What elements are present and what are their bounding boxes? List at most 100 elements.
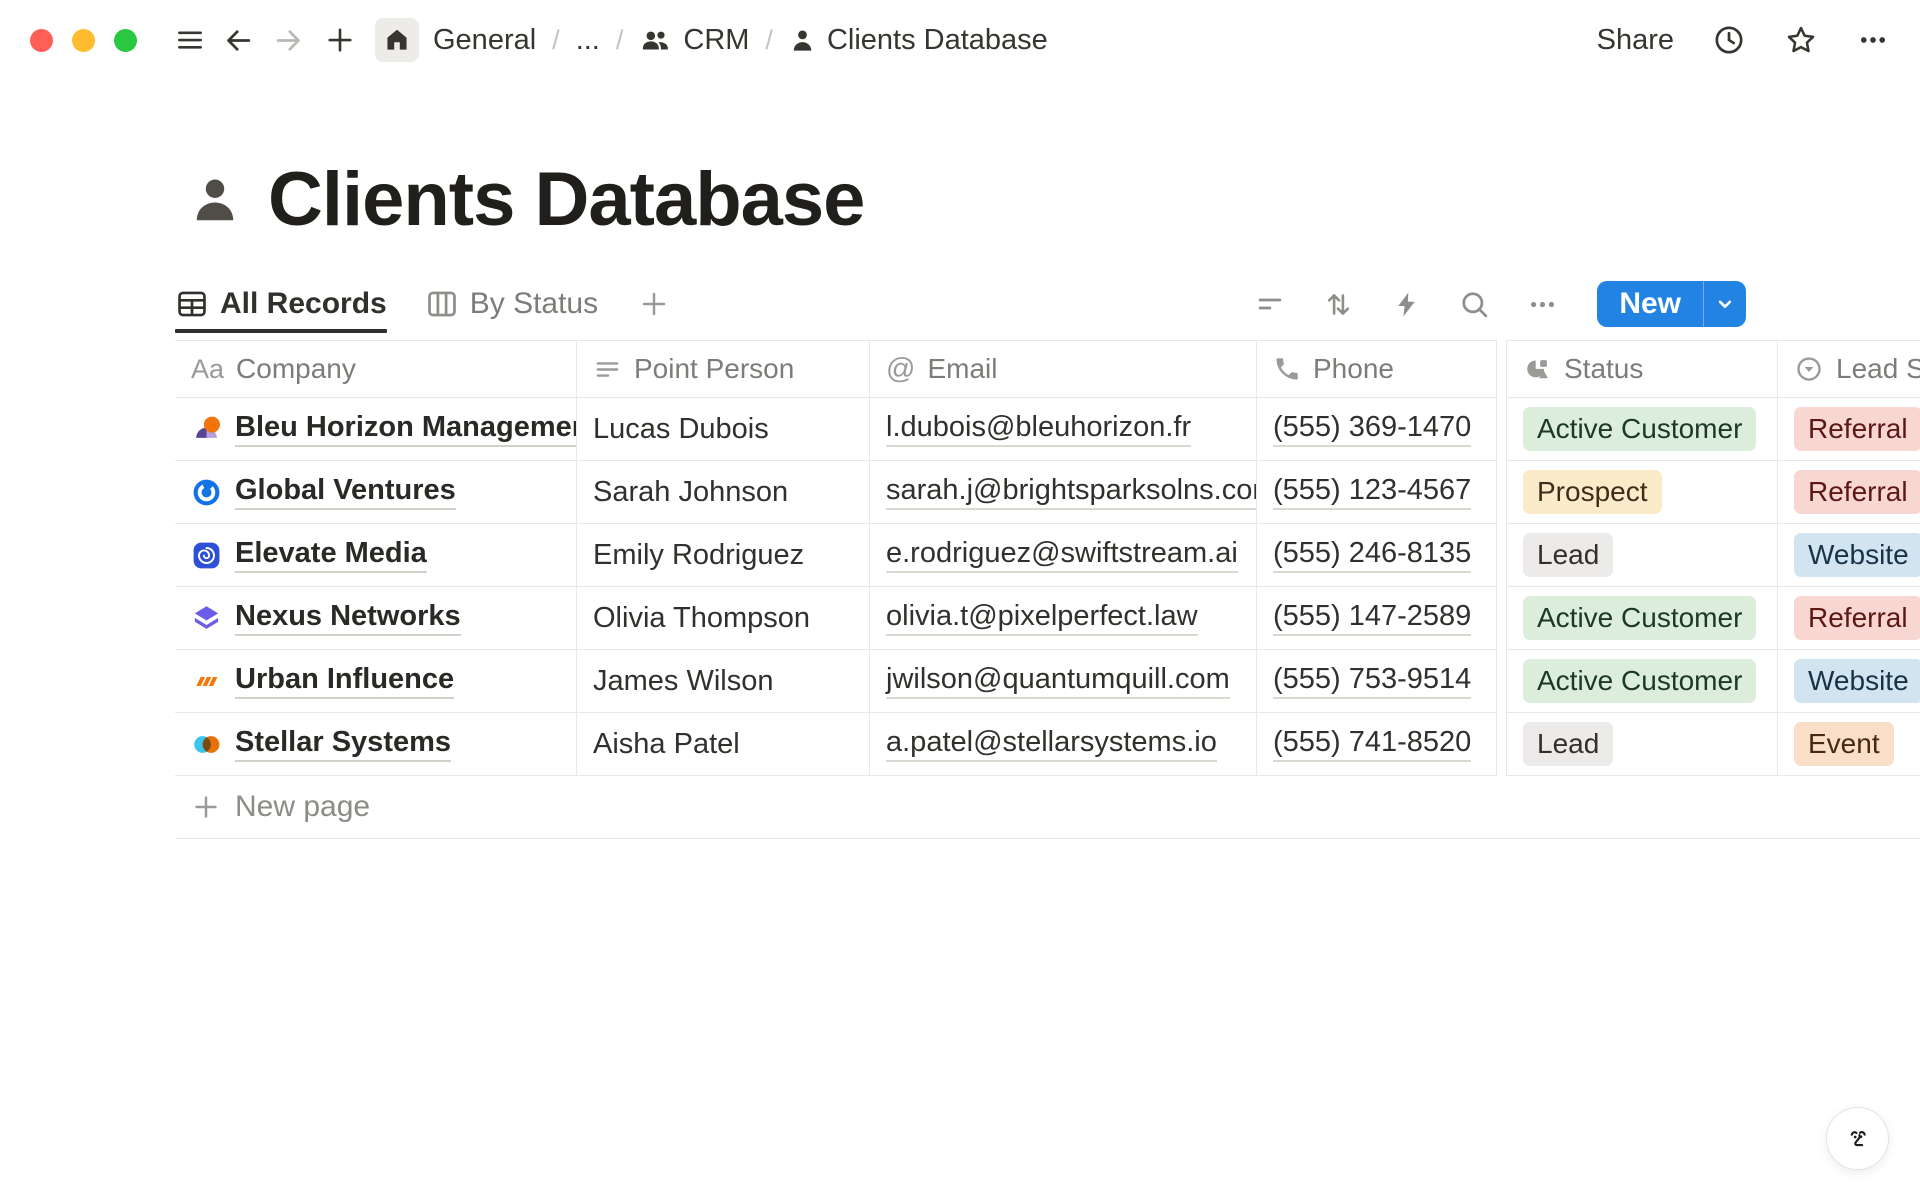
breadcrumb-separator: / [614,25,626,56]
column-header-email[interactable]: @ Email [869,340,1256,398]
column-gap [1496,713,1507,776]
column-header-lead-source[interactable]: Lead Source [1777,340,1920,398]
favorite-button[interactable] [1784,23,1818,57]
view-bar: All Records By Status [0,277,1920,331]
status-badge: Prospect [1523,470,1662,513]
cell-lead-source[interactable]: Referral [1777,461,1920,524]
new-record-button[interactable]: New [1597,281,1703,327]
filter-button[interactable] [1251,285,1289,323]
cell-company[interactable]: Stellar Systems [175,713,576,776]
clock-history-icon [1712,23,1746,57]
cell-lead-source[interactable]: Referral [1777,398,1920,461]
add-view-button[interactable] [638,288,670,320]
column-header-company[interactable]: Aa Company [175,340,576,398]
cell-email[interactable]: l.dubois@bleuhorizon.fr [869,398,1256,461]
table-row[interactable]: Stellar Systems Aisha Patel a.patel@stel… [175,713,1920,776]
notion-window: General / ... / CRM / Clients Database S… [0,0,1920,1200]
breadcrumb-collapsed[interactable]: ... [576,24,600,57]
sidebar-menu-button[interactable] [169,19,211,61]
cell-email[interactable]: jwilson@quantumquill.com [869,650,1256,713]
ellipsis-icon [1856,23,1890,57]
plus-icon [325,25,355,55]
forward-arrow-icon [273,25,304,56]
cell-phone[interactable]: (555) 123-4567 [1256,461,1496,524]
table-row[interactable]: Global Ventures Sarah Johnson sarah.j@br… [175,461,1920,524]
breadcrumb-item-general[interactable]: General [433,24,536,57]
new-page-row[interactable]: New page [175,776,1920,839]
column-gap [1496,340,1507,398]
cell-company[interactable]: Urban Influence [175,650,576,713]
table-row[interactable]: Urban Influence James Wilson jwilson@qua… [175,650,1920,713]
cell-email[interactable]: e.rodriguez@swiftstream.ai [869,524,1256,587]
tab-label: By Status [470,287,598,321]
status-badge: Active Customer [1523,407,1756,450]
cell-status[interactable]: Lead [1507,524,1777,587]
cell-email[interactable]: a.patel@stellarsystems.io [869,713,1256,776]
breadcrumb-home[interactable] [375,18,419,62]
status-badge: Lead [1523,722,1613,765]
cell-point-person[interactable]: Olivia Thompson [576,587,869,650]
table-row[interactable]: Nexus Networks Olivia Thompson olivia.t@… [175,587,1920,650]
breadcrumb-item-crm[interactable]: CRM [639,24,749,57]
page-history-button[interactable] [1712,23,1746,57]
cell-lead-source[interactable]: Website [1777,650,1920,713]
view-more-button[interactable] [1523,285,1561,323]
tab-all-records[interactable]: All Records [175,277,387,331]
cell-point-person[interactable]: Aisha Patel [576,713,869,776]
cell-status[interactable]: Active Customer [1507,398,1777,461]
company-logo-urban-influence [191,666,222,697]
company-logo-nexus-networks [191,603,222,634]
share-button[interactable]: Share [1597,24,1674,57]
cell-point-person[interactable]: Sarah Johnson [576,461,869,524]
plus-icon [638,288,670,320]
lead-source-badge: Referral [1794,407,1920,450]
cell-lead-source[interactable]: Website [1777,524,1920,587]
back-button[interactable] [217,19,259,61]
breadcrumb-item-clients-database[interactable]: Clients Database [789,24,1048,57]
cell-point-person[interactable]: Emily Rodriguez [576,524,869,587]
cell-status[interactable]: Prospect [1507,461,1777,524]
cell-company[interactable]: Nexus Networks [175,587,576,650]
cell-lead-source[interactable]: Event [1777,713,1920,776]
tab-by-status[interactable]: By Status [425,277,598,331]
page-more-button[interactable] [1856,23,1890,57]
search-button[interactable] [1455,285,1493,323]
new-record-dropdown-button[interactable] [1704,281,1746,327]
cell-email[interactable]: olivia.t@pixelperfect.law [869,587,1256,650]
column-header-phone[interactable]: Phone [1256,340,1496,398]
cell-status[interactable]: Lead [1507,713,1777,776]
column-header-status[interactable]: Status [1507,340,1777,398]
zoom-window-button[interactable] [114,29,137,52]
lightning-icon [1391,289,1422,320]
table-row[interactable]: Elevate Media Emily Rodriguez e.rodrigue… [175,524,1920,587]
new-tab-button[interactable] [319,19,361,61]
cell-status[interactable]: Active Customer [1507,587,1777,650]
cell-phone[interactable]: (555) 246-8135 [1256,524,1496,587]
notion-ai-button[interactable] [1826,1107,1889,1170]
text-property-icon [593,355,622,384]
minimize-window-button[interactable] [72,29,95,52]
forward-button[interactable] [267,19,309,61]
table-view-icon [175,287,209,321]
cell-status[interactable]: Active Customer [1507,650,1777,713]
status-badge: Active Customer [1523,596,1756,639]
cell-company[interactable]: Elevate Media [175,524,576,587]
cell-point-person[interactable]: Lucas Dubois [576,398,869,461]
cell-phone[interactable]: (555) 741-8520 [1256,713,1496,776]
cell-phone[interactable]: (555) 753-9514 [1256,650,1496,713]
tab-label: All Records [220,287,387,321]
cell-phone[interactable]: (555) 147-2589 [1256,587,1496,650]
sort-button[interactable] [1319,285,1357,323]
table-row[interactable]: Bleu Horizon Management Lucas Dubois l.d… [175,398,1920,461]
automations-button[interactable] [1387,285,1425,323]
cell-lead-source[interactable]: Referral [1777,587,1920,650]
cell-company[interactable]: Bleu Horizon Management [175,398,576,461]
cell-email[interactable]: sarah.j@brightsparksolns.com [869,461,1256,524]
company-logo-bleu-horizon [191,414,222,445]
cell-point-person[interactable]: James Wilson [576,650,869,713]
company-logo-elevate-media [191,540,222,571]
cell-company[interactable]: Global Ventures [175,461,576,524]
close-window-button[interactable] [30,29,53,52]
column-header-point-person[interactable]: Point Person [576,340,869,398]
cell-phone[interactable]: (555) 369-1470 [1256,398,1496,461]
